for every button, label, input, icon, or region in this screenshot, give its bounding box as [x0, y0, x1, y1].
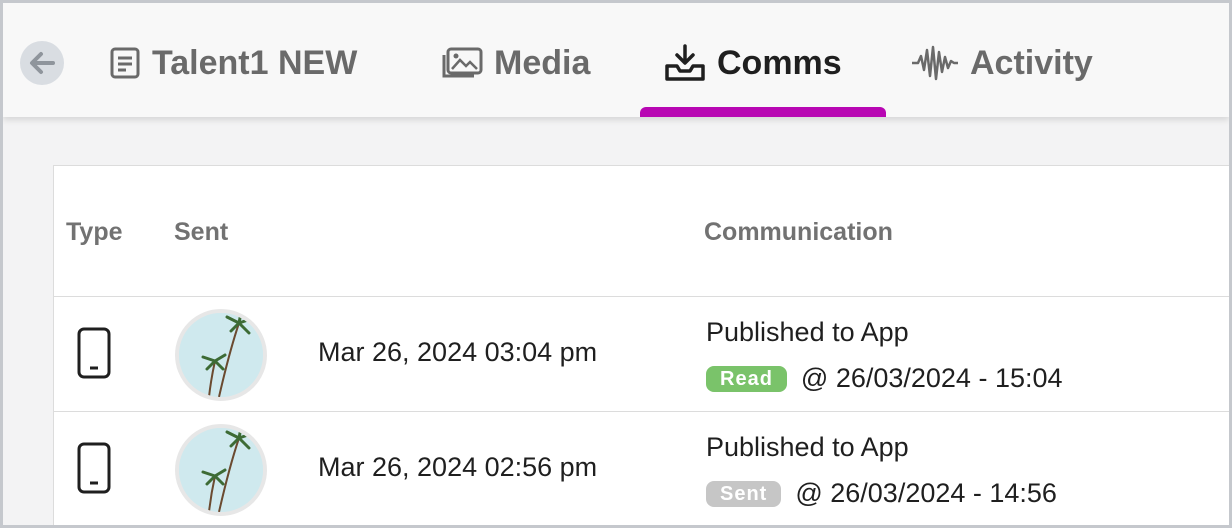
- communication-title: Published to App: [706, 317, 909, 347]
- status-timestamp: @ 26/03/2024 - 15:04: [800, 363, 1063, 393]
- images-icon: [440, 46, 484, 80]
- mobile-phone-icon: [77, 327, 111, 384]
- avatar: [175, 309, 267, 401]
- status-badge: Read: [706, 365, 787, 392]
- waveform-icon: [910, 44, 960, 82]
- arrow-left-icon: [30, 52, 55, 74]
- document-icon: [108, 46, 142, 80]
- back-button[interactable]: [20, 41, 64, 85]
- inbox-download-icon: [663, 44, 707, 82]
- status-timestamp: @ 26/03/2024 - 14:56: [795, 478, 1057, 508]
- table-row[interactable]: Mar 26, 2024 02:56 pm Published to App S…: [54, 411, 1232, 526]
- status-badge: Sent: [706, 480, 782, 507]
- top-navigation: Talent1 NEW Media Comms Activity: [3, 3, 1229, 117]
- tab-activity[interactable]: Activity: [910, 37, 1093, 89]
- tab-media[interactable]: Media: [440, 37, 590, 89]
- column-header-sent: Sent: [174, 218, 229, 246]
- sent-date: Mar 26, 2024 02:56 pm: [318, 452, 598, 482]
- tab-label: Talent1 NEW: [152, 43, 358, 82]
- communication-status: Sent @ 26/03/2024 - 14:56: [706, 478, 1057, 509]
- communication-title: Published to App: [706, 432, 909, 462]
- tab-label: Comms: [717, 43, 842, 82]
- column-header-communication: Communication: [704, 218, 893, 246]
- active-tab-indicator: [640, 107, 886, 117]
- tab-label: Media: [494, 43, 591, 82]
- communication-status: Read @ 26/03/2024 - 15:04: [706, 363, 1063, 394]
- tab-comms[interactable]: Comms: [663, 37, 842, 89]
- tab-label: Activity: [970, 43, 1093, 82]
- comms-table: Type Sent Communication Mar 26, 2024 03:…: [53, 165, 1232, 528]
- table-row[interactable]: Mar 26, 2024 03:04 pm Published to App R…: [54, 296, 1232, 411]
- mobile-phone-icon: [77, 442, 111, 499]
- avatar: [175, 424, 267, 516]
- column-header-type: Type: [66, 218, 123, 246]
- sent-date: Mar 26, 2024 03:04 pm: [318, 337, 598, 367]
- tab-talent[interactable]: Talent1 NEW: [108, 37, 357, 89]
